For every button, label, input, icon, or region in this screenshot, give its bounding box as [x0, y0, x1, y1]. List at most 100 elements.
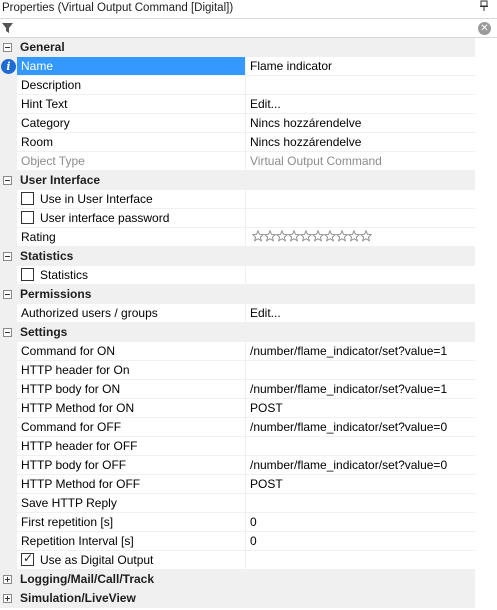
- property-value-cell[interactable]: [246, 361, 475, 380]
- expand-icon[interactable]: [3, 575, 12, 584]
- checkbox[interactable]: [21, 192, 34, 205]
- property-row-category[interactable]: Category Nincs hozzárendelve: [0, 114, 497, 133]
- expand-icon[interactable]: [3, 594, 12, 603]
- property-value-cell[interactable]: Nincs hozzárendelve: [246, 133, 475, 152]
- property-row-name[interactable]: i Name Flame indicator: [0, 57, 497, 76]
- star-icon[interactable]: [263, 229, 277, 242]
- collapse-icon[interactable]: [3, 252, 12, 261]
- property-value-cell[interactable]: [246, 494, 475, 513]
- property-name-cell[interactable]: Use in User Interface: [17, 190, 246, 209]
- property-value-cell[interactable]: /number/flame_indicator/set?value=1: [246, 342, 475, 361]
- property-value-cell[interactable]: /number/flame_indicator/set?value=0: [246, 456, 475, 475]
- property-name-cell[interactable]: Command for OFF: [17, 418, 246, 437]
- property-value-cell[interactable]: POST: [246, 399, 475, 418]
- filter-icon[interactable]: [1, 21, 15, 35]
- property-value-cell[interactable]: /number/flame_indicator/set?value=1: [246, 380, 475, 399]
- checkbox[interactable]: [21, 211, 34, 224]
- property-row-http-header-for-off[interactable]: HTTP header for OFF: [0, 437, 497, 456]
- property-name-cell[interactable]: Description: [17, 76, 246, 95]
- property-name-cell[interactable]: HTTP header for OFF: [17, 437, 246, 456]
- property-name-cell[interactable]: HTTP body for OFF: [17, 456, 246, 475]
- property-row-hint-text[interactable]: Hint Text Edit...: [0, 95, 497, 114]
- collapse-icon[interactable]: [3, 43, 12, 52]
- property-row-http-body-for-on[interactable]: HTTP body for ON/number/flame_indicator/…: [0, 380, 497, 399]
- star-icon[interactable]: [359, 229, 373, 242]
- property-row-rating[interactable]: Rating: [0, 228, 497, 247]
- property-name-cell[interactable]: First repetition [s]: [17, 513, 246, 532]
- property-row-repetition-interval-s[interactable]: Repetition Interval [s] 0: [0, 532, 497, 551]
- property-row-http-method-for-off[interactable]: HTTP Method for OFF POST: [0, 475, 497, 494]
- property-name-cell[interactable]: Repetition Interval [s]: [17, 532, 246, 551]
- property-name-cell[interactable]: User interface password: [17, 209, 246, 228]
- star-icon[interactable]: [347, 229, 361, 242]
- property-row-use-as-digital-output[interactable]: Use as Digital Output: [0, 551, 497, 570]
- collapse-icon[interactable]: [3, 176, 12, 185]
- property-name-cell[interactable]: Name: [17, 57, 246, 76]
- property-row-authorized-users-groups[interactable]: Authorized users / groups Edit...: [0, 304, 497, 323]
- star-icon[interactable]: [323, 229, 337, 242]
- star-icon[interactable]: [299, 229, 313, 242]
- collapse-icon[interactable]: [3, 328, 12, 337]
- collapse-icon[interactable]: [3, 290, 12, 299]
- star-icon[interactable]: [311, 229, 325, 242]
- property-name-cell[interactable]: HTTP Method for ON: [17, 399, 246, 418]
- property-name-cell[interactable]: Statistics: [17, 266, 246, 285]
- property-row-statistics[interactable]: Statistics: [0, 266, 497, 285]
- property-value-cell[interactable]: [246, 437, 475, 456]
- category-permissions[interactable]: Permissions: [0, 285, 497, 304]
- property-name-cell[interactable]: Save HTTP Reply: [17, 494, 246, 513]
- star-icon[interactable]: [251, 229, 265, 242]
- star-icon[interactable]: [275, 229, 289, 242]
- property-row-user-interface-password[interactable]: User interface password: [0, 209, 497, 228]
- property-row-object-type[interactable]: Object Type Virtual Output Command: [0, 152, 497, 171]
- property-name-cell[interactable]: HTTP body for ON: [17, 380, 246, 399]
- property-value-cell[interactable]: Edit...: [246, 304, 475, 323]
- star-icon[interactable]: [335, 229, 349, 242]
- property-row-description[interactable]: Description: [0, 76, 497, 95]
- category-general[interactable]: General: [0, 38, 497, 57]
- clear-filter-icon[interactable]: ✕: [478, 22, 491, 35]
- category-settings[interactable]: Settings: [0, 323, 497, 342]
- category-logging-mail-call-track[interactable]: Logging/Mail/Call/Track: [0, 570, 497, 589]
- property-value-cell[interactable]: /number/flame_indicator/set?value=0: [246, 418, 475, 437]
- category-user-interface[interactable]: User Interface: [0, 171, 497, 190]
- property-name-cell[interactable]: Rating: [17, 228, 246, 247]
- property-value-cell[interactable]: Flame indicator: [246, 57, 475, 76]
- property-value-cell[interactable]: [246, 76, 475, 95]
- checkbox[interactable]: [21, 551, 34, 566]
- pin-icon[interactable]: [479, 0, 489, 15]
- property-value-cell[interactable]: [246, 209, 475, 228]
- property-name-cell[interactable]: Room: [17, 133, 246, 152]
- checkbox[interactable]: [21, 268, 34, 281]
- property-row-use-in-user-interface[interactable]: Use in User Interface: [0, 190, 497, 209]
- rating-stars[interactable]: [251, 229, 373, 245]
- property-name-cell[interactable]: Command for ON: [17, 342, 246, 361]
- property-value-cell[interactable]: Nincs hozzárendelve: [246, 114, 475, 133]
- property-value-cell[interactable]: 0: [246, 513, 475, 532]
- property-name-cell[interactable]: HTTP Method for OFF: [17, 475, 246, 494]
- property-value-cell[interactable]: [246, 190, 475, 209]
- star-icon[interactable]: [287, 229, 301, 242]
- filter-input[interactable]: [16, 20, 479, 36]
- property-name-cell[interactable]: Category: [17, 114, 246, 133]
- property-value-cell[interactable]: 0: [246, 532, 475, 551]
- property-row-command-for-off[interactable]: Command for OFF/number/flame_indicator/s…: [0, 418, 497, 437]
- property-value-cell[interactable]: [246, 551, 475, 570]
- category-statistics[interactable]: Statistics: [0, 247, 497, 266]
- property-row-command-for-on[interactable]: Command for ON/number/flame_indicator/se…: [0, 342, 497, 361]
- property-row-http-body-for-off[interactable]: HTTP body for OFF/number/flame_indicator…: [0, 456, 497, 475]
- property-name-cell[interactable]: Object Type: [17, 152, 246, 171]
- property-value-cell[interactable]: [246, 266, 475, 285]
- property-row-http-header-for-on[interactable]: HTTP header for On: [0, 361, 497, 380]
- property-row-room[interactable]: Room Nincs hozzárendelve: [0, 133, 497, 152]
- category-simulation-liveview[interactable]: Simulation/LiveView: [0, 589, 497, 608]
- property-name-cell[interactable]: HTTP header for On: [17, 361, 246, 380]
- property-name-cell[interactable]: Hint Text: [17, 95, 246, 114]
- property-row-http-method-for-on[interactable]: HTTP Method for ON POST: [0, 399, 497, 418]
- property-value-cell[interactable]: Edit...: [246, 95, 475, 114]
- property-value-cell[interactable]: [246, 228, 475, 247]
- property-row-save-http-reply[interactable]: Save HTTP Reply: [0, 494, 497, 513]
- property-value-cell[interactable]: POST: [246, 475, 475, 494]
- property-row-first-repetition-s[interactable]: First repetition [s] 0: [0, 513, 497, 532]
- property-name-cell[interactable]: Use as Digital Output: [17, 551, 246, 570]
